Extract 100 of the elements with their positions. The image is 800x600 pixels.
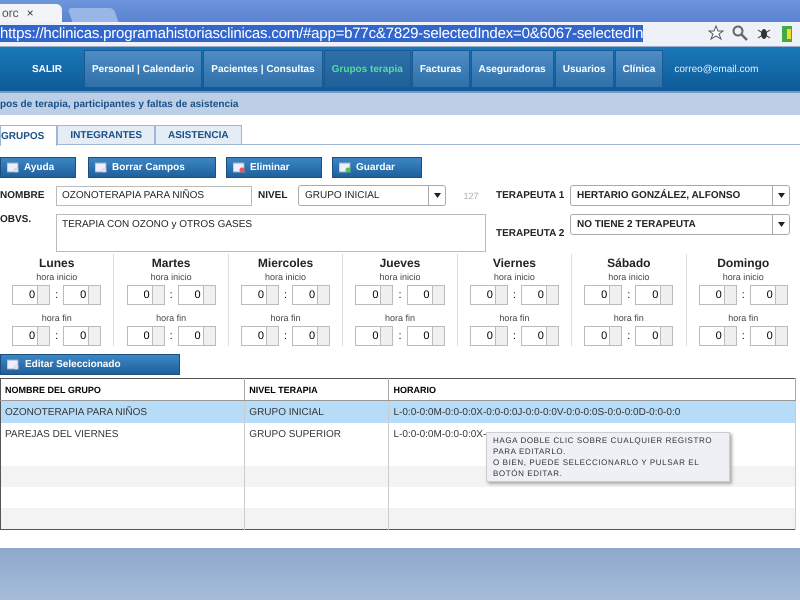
number-spinner[interactable]: 0 xyxy=(241,326,280,346)
browser-tab[interactable]: orc × xyxy=(0,4,62,22)
column-header[interactable]: HORARIO xyxy=(388,378,796,400)
number-spinner[interactable]: 0 xyxy=(406,285,444,305)
time-separator: : xyxy=(742,289,745,301)
nav-tab[interactable]: Pacientes | Consultas xyxy=(203,50,323,88)
time-separator: : xyxy=(512,330,516,342)
time-label: hora fin xyxy=(42,313,72,323)
number-spinner[interactable]: 0 xyxy=(12,285,50,305)
time-separator: : xyxy=(398,289,402,301)
number-spinner[interactable]: 0 xyxy=(470,326,508,346)
number-spinner[interactable]: 0 xyxy=(12,326,50,346)
tab[interactable]: INTEGRANTES xyxy=(57,125,156,144)
number-spinner[interactable]: 0 xyxy=(355,285,394,305)
time-label: hora fin xyxy=(156,313,186,323)
day-name: Jueves xyxy=(380,256,420,270)
time-label: hora inicio xyxy=(494,272,535,282)
star-icon[interactable] xyxy=(708,25,724,41)
tooltip: HAGA DOBLE CLIC SOBRE CUALQUIER REGISTRO PARA EDITARLO. O BIEN, PUEDE SELECCIONARLO Y PULSAR EL BOTÓN EDITAR. xyxy=(486,432,730,482)
number-spinner[interactable]: 0 xyxy=(178,326,216,346)
number-spinner[interactable]: 0 xyxy=(750,285,788,305)
tab[interactable]: ASISTENCIA xyxy=(155,125,242,144)
day-name: Miercoles xyxy=(258,256,314,270)
extension-icon[interactable] xyxy=(780,25,794,43)
level-dropdown[interactable]: GRUPO INICIAL xyxy=(298,185,446,206)
time-label: hora inicio xyxy=(379,272,420,282)
time-label: hora fin xyxy=(270,313,301,323)
time-label: hora fin xyxy=(728,313,758,323)
time-label: hora inicio xyxy=(150,272,192,282)
time-label: hora inicio xyxy=(36,272,78,282)
nav-tab[interactable]: Usuarios xyxy=(554,50,614,88)
number-spinner[interactable]: 0 xyxy=(126,326,165,346)
exit-link[interactable]: SALIR xyxy=(32,64,62,74)
time-label: hora fin xyxy=(499,313,530,323)
number-spinner[interactable]: 0 xyxy=(292,285,330,305)
caret-icon xyxy=(778,193,784,198)
number-spinner[interactable]: 0 xyxy=(470,285,508,305)
tab[interactable]: GRUPOS xyxy=(0,125,58,146)
nav-tab[interactable]: Aseguradoras xyxy=(470,50,554,88)
toolbar-button[interactable]: Borrar Campos xyxy=(88,157,216,178)
time-separator: : xyxy=(398,330,402,342)
day-name: Domingo xyxy=(717,256,770,270)
counter: 127 xyxy=(462,190,480,200)
field-label: OBVS. xyxy=(0,214,32,225)
number-spinner[interactable]: 0 xyxy=(355,326,394,346)
caret-icon xyxy=(434,193,440,198)
field-label: NIVEL xyxy=(257,190,288,201)
number-spinner[interactable]: 0 xyxy=(584,326,622,346)
name-field[interactable]: OZONOTERAPIA PARA NIÑOS xyxy=(56,186,252,206)
number-spinner[interactable]: 0 xyxy=(698,285,737,305)
table-cell[interactable]: GRUPO SUPERIOR xyxy=(244,423,389,445)
magnifier-icon[interactable] xyxy=(732,25,748,41)
time-label: hora inicio xyxy=(608,272,650,282)
therapist-dropdown[interactable]: HERTARIO GONZÁLEZ, ALFONSO xyxy=(570,185,790,206)
day-name: Sábado xyxy=(607,256,650,270)
day-name: Lunes xyxy=(39,256,74,270)
number-spinner[interactable]: 0 xyxy=(178,285,216,305)
table-cell[interactable]: L-0:0-0:0M-0:0-0:0X-0:0-0:0J-0:0-0:0V-0:0-0:0S-0:0-0:0D-0:0-0:0 xyxy=(388,400,796,423)
time-label: hora fin xyxy=(614,313,644,323)
nav-tab[interactable]: Facturas xyxy=(412,50,470,88)
toolbar-button[interactable]: Eliminar xyxy=(226,157,322,178)
number-spinner[interactable]: 0 xyxy=(635,285,674,305)
user-email: correo@email.com xyxy=(674,64,758,74)
number-spinner[interactable]: 0 xyxy=(584,285,622,305)
nav-tab[interactable]: Personal | Calendario xyxy=(84,50,202,88)
time-separator: : xyxy=(284,330,288,342)
delete-icon xyxy=(233,162,245,173)
number-spinner[interactable]: 0 xyxy=(63,285,102,305)
save-icon xyxy=(339,162,351,173)
time-separator: : xyxy=(55,330,58,342)
nav-tab[interactable]: Clínica xyxy=(614,50,664,88)
time-label: hora inicio xyxy=(722,272,764,282)
table-cell[interactable]: OZONOTERAPIA PARA NIÑOS xyxy=(0,400,245,423)
number-spinner[interactable]: 0 xyxy=(292,326,330,346)
number-spinner[interactable]: 0 xyxy=(750,326,788,346)
time-separator: : xyxy=(170,330,173,342)
column-header[interactable]: NOMBRE DEL GRUPO xyxy=(0,378,245,400)
number-spinner[interactable]: 0 xyxy=(126,285,165,305)
edit-selected-button[interactable]: Editar Seleccionado xyxy=(0,354,180,375)
field-label: NOMBRE xyxy=(0,190,46,201)
number-spinner[interactable]: 0 xyxy=(635,326,674,346)
table-cell[interactable]: PAREJAS DEL VIERNES xyxy=(0,423,245,445)
toolbar-button[interactable]: Guardar xyxy=(332,157,422,178)
column-header[interactable]: NIVEL TERAPIA xyxy=(244,378,389,400)
therapist-dropdown[interactable]: NO TIENE 2 TERAPEUTA xyxy=(570,214,790,235)
number-spinner[interactable]: 0 xyxy=(63,326,102,346)
number-spinner[interactable]: 0 xyxy=(698,326,737,346)
time-separator: : xyxy=(742,330,745,342)
time-separator: : xyxy=(627,330,630,342)
number-spinner[interactable]: 0 xyxy=(241,285,280,305)
table-cell[interactable]: GRUPO INICIAL xyxy=(244,400,389,423)
time-separator: : xyxy=(170,289,173,301)
number-spinner[interactable]: 0 xyxy=(406,326,444,346)
number-spinner[interactable]: 0 xyxy=(520,285,559,305)
day-name: Martes xyxy=(152,256,190,270)
number-spinner[interactable]: 0 xyxy=(520,326,559,346)
notes-field[interactable]: TERAPIA CON OZONO y OTROS GASES xyxy=(56,214,486,252)
field-label: TERAPEUTA 2 xyxy=(496,228,566,238)
toolbar-button[interactable]: Ayuda xyxy=(0,157,76,178)
time-separator: : xyxy=(55,289,58,301)
